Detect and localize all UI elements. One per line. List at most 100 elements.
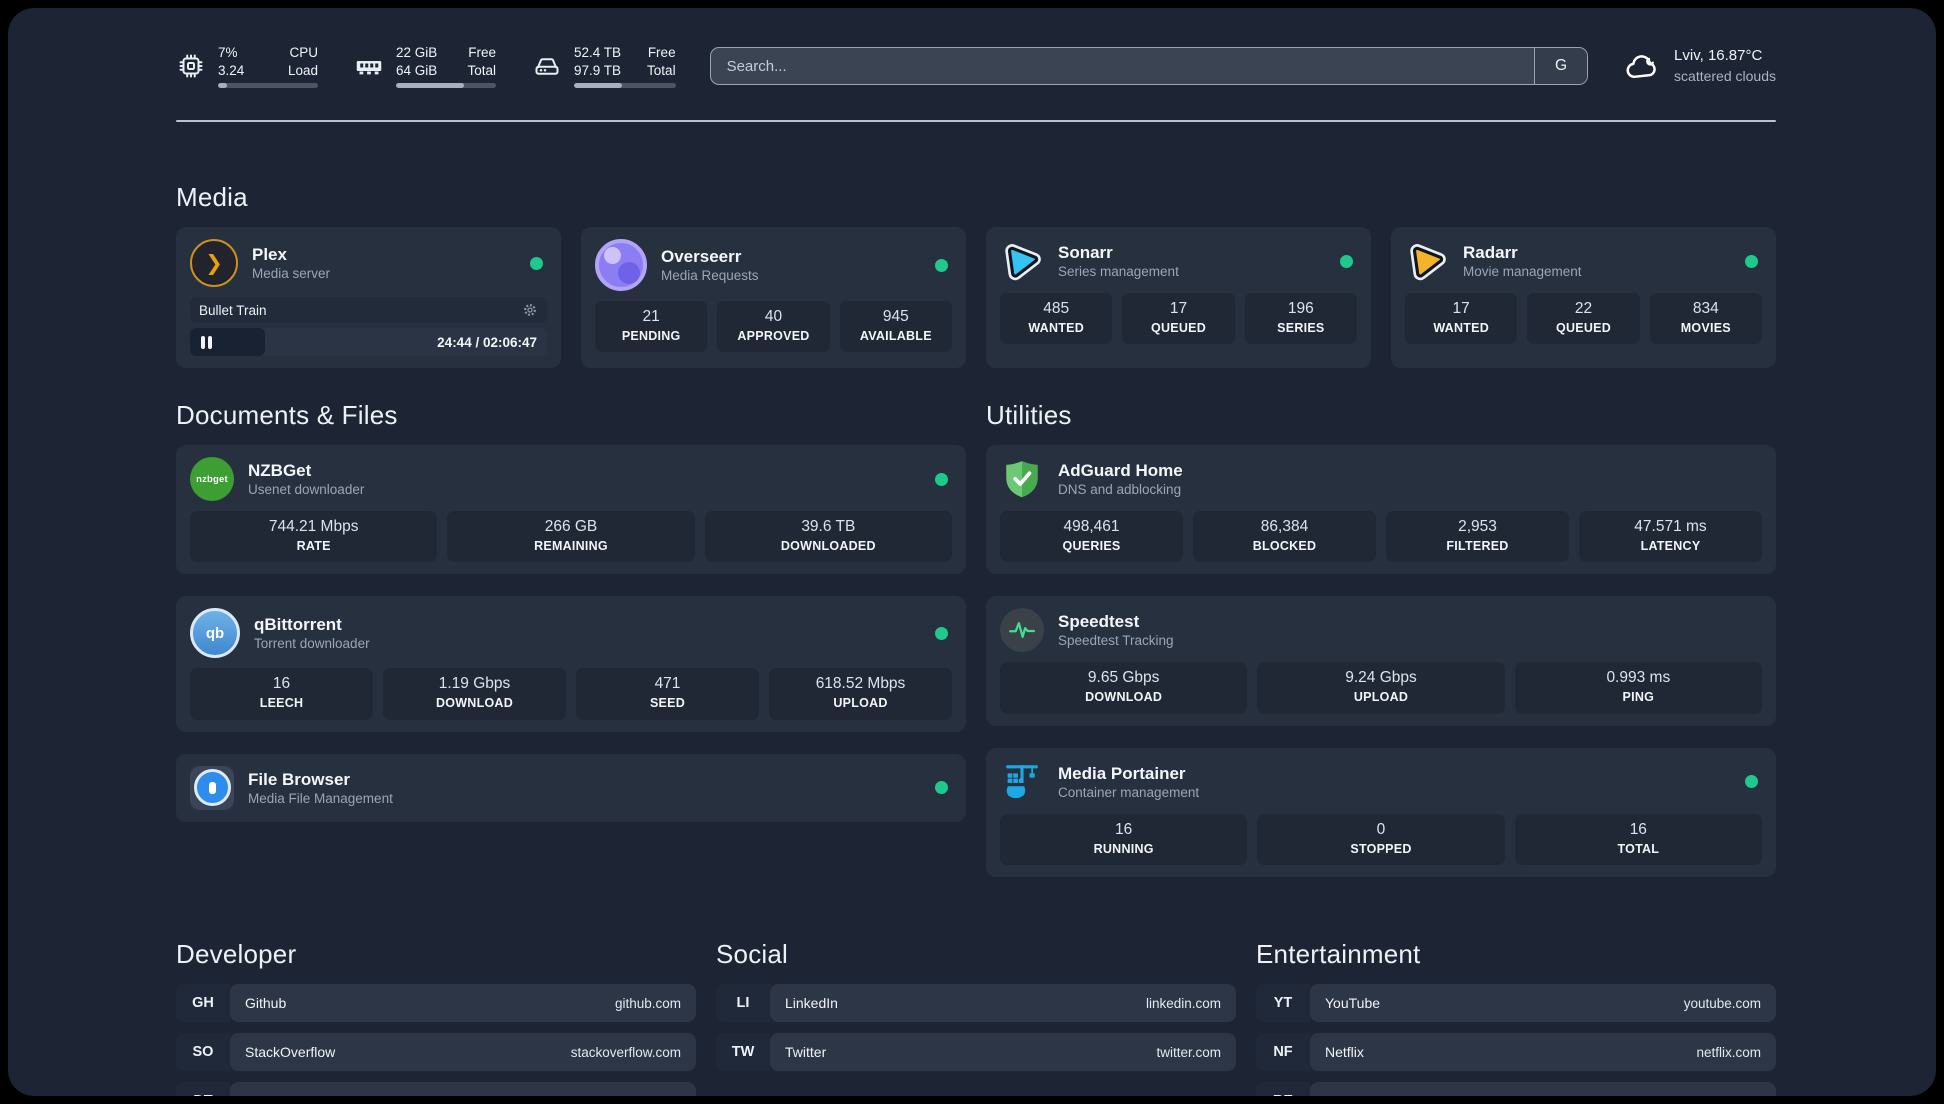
search-engine-button[interactable]: G bbox=[1534, 48, 1588, 84]
status-online-dot bbox=[1745, 254, 1758, 268]
stat-progress-fill bbox=[574, 83, 622, 89]
stat-value: 0 bbox=[1376, 820, 1386, 838]
stat-tile-queries: 498,461 QUERIES bbox=[1000, 511, 1183, 563]
stat-value: 196 bbox=[1287, 300, 1314, 317]
bookmark-stackoverflow[interactable]: SO StackOverflow stackoverflow.com bbox=[176, 1033, 696, 1072]
stat-value: 16 bbox=[1629, 820, 1647, 838]
nzbget-icon: nzbget bbox=[190, 457, 234, 501]
app-subtitle: Torrent downloader bbox=[254, 636, 370, 652]
bookmark-url: reddit.com bbox=[1698, 1094, 1761, 1096]
bookmark-abbr-badge: SO bbox=[176, 1033, 230, 1072]
stat-value: 40 bbox=[764, 308, 783, 325]
stat-rows: 22 GiB 64 GiB Free Total bbox=[396, 44, 496, 79]
bookmark-reddit[interactable]: RE Reddit reddit.com bbox=[1256, 1082, 1776, 1096]
stat-label: UPLOAD bbox=[1353, 690, 1409, 705]
stat-tile-approved: 40 APPROVED bbox=[717, 301, 830, 353]
stat-value: 0.993 ms bbox=[1606, 669, 1671, 687]
stat-value: 9.65 Gbps bbox=[1087, 669, 1160, 687]
app-meta: NZBGet Usenet downloader bbox=[248, 461, 364, 497]
bookmark-github[interactable]: GH Github github.com bbox=[176, 984, 696, 1023]
bookmark-youtube[interactable]: YT YouTube youtube.com bbox=[1256, 984, 1776, 1023]
player-progress-bar[interactable]: 24:44 / 02:06:47 bbox=[190, 328, 547, 356]
app-stat-row: 744.21 Mbps RATE 266 GB REMAINING 39.6 TB DOW… bbox=[190, 511, 952, 563]
stat-values: 22 GiB 64 GiB bbox=[396, 44, 437, 79]
stat-label-top: Free bbox=[647, 44, 676, 60]
weather-widget: Lviv, 16.87°C scattered clouds bbox=[1622, 46, 1776, 85]
search-input[interactable] bbox=[710, 48, 1535, 84]
app-card-qbittorrent[interactable]: qb qBittorrent Torrent downloader 16 LEECH 1.… bbox=[176, 596, 966, 732]
top-bar: 7% 3.24 CPU Load 22 GiB 64 GiB Free Total 52.4 T… bbox=[8, 8, 1936, 94]
stat-value-bottom: 3.24 bbox=[218, 62, 245, 78]
utilities-section: Utilities AdGuard Home DNS and adblocking… bbox=[986, 400, 1776, 878]
stat-value: 485 bbox=[1043, 300, 1070, 317]
app-card-header: Radarr Movie management bbox=[1405, 239, 1762, 283]
app-card-adguard-home[interactable]: AdGuard Home DNS and adblocking 498,461 QUE… bbox=[986, 445, 1776, 575]
bookmark-name: Reddit bbox=[1325, 1093, 1365, 1096]
stat-progress-bar bbox=[218, 83, 318, 89]
bookmark-main: StackOverflow stackoverflow.com bbox=[230, 1033, 696, 1072]
app-card-plex[interactable]: ❯ Plex Media server Bullet Train 24:44 / 02:… bbox=[176, 227, 561, 368]
app-name: File Browser bbox=[248, 769, 351, 789]
stat-body: 7% 3.24 CPU Load bbox=[218, 44, 318, 89]
stat-value: 266 GB bbox=[544, 518, 598, 535]
bookmark-dev[interactable]: DT DEV dev.to bbox=[176, 1082, 696, 1096]
qbittorrent-logo-text: qb bbox=[205, 624, 225, 642]
stat-value: 9.24 Gbps bbox=[1345, 669, 1417, 687]
stat-value: 17 bbox=[1169, 300, 1188, 317]
app-card-speedtest[interactable]: Speedtest Speedtest Tracking 9.65 Gbps DOWN… bbox=[986, 596, 1776, 726]
weather-text: Lviv, 16.87°C scattered clouds bbox=[1674, 46, 1776, 85]
stat-label: RATE bbox=[296, 538, 331, 553]
stat-label: DOWNLOAD bbox=[1085, 690, 1163, 705]
stat-label: SEED bbox=[649, 696, 686, 711]
app-card-media-portainer[interactable]: Media Portainer Container management 16 RUN… bbox=[986, 747, 1776, 878]
app-card-header: qb qBittorrent Torrent downloader bbox=[190, 608, 952, 659]
stat-tile-wanted: 17 WANTED bbox=[1405, 293, 1518, 345]
bookmark-name: DEV bbox=[245, 1093, 274, 1096]
stat-tile-seed: 471 SEED bbox=[576, 668, 759, 720]
bookmark-netflix[interactable]: NF Netflix netflix.com bbox=[1256, 1033, 1776, 1072]
app-card-header: Media Portainer Container management bbox=[1000, 760, 1762, 804]
stat-label: SERIES bbox=[1277, 320, 1325, 335]
app-meta: AdGuard Home DNS and adblocking bbox=[1058, 461, 1183, 497]
stat-tile-total: 16 TOTAL bbox=[1514, 813, 1762, 866]
stat-value: 47.571 ms bbox=[1634, 518, 1707, 535]
bookmark-name: StackOverflow bbox=[245, 1044, 336, 1061]
app-stat-row: 498,461 QUERIES 86,384 BLOCKED 2,953 FILTERED… bbox=[1000, 511, 1762, 563]
stat-value: 2,953 bbox=[1458, 518, 1497, 535]
pause-icon[interactable] bbox=[201, 335, 212, 349]
app-name: Media Portainer bbox=[1058, 763, 1186, 783]
app-card-nzbget[interactable]: nzbget NZBGet Usenet downloader 744.21 Mbps… bbox=[176, 445, 966, 575]
app-card-sonarr[interactable]: Sonarr Series management 485 WANTED 17 QUEUED… bbox=[986, 227, 1371, 368]
bookmark-url: stackoverflow.com bbox=[570, 1044, 681, 1060]
bookmark-twitter[interactable]: TW Twitter twitter.com bbox=[716, 1033, 1236, 1072]
stat-value: 16 bbox=[272, 675, 291, 693]
stat-value: 21 bbox=[642, 308, 660, 325]
bookmark-abbr-badge: RE bbox=[1256, 1082, 1310, 1096]
app-card-radarr[interactable]: Radarr Movie management 17 WANTED 22 QUEUED 83… bbox=[1391, 227, 1776, 368]
stat-progress-bar bbox=[396, 83, 496, 89]
app-meta: Media Portainer Container management bbox=[1058, 764, 1199, 800]
app-card-overseerr[interactable]: Overseerr Media Requests 21 PENDING 40 APPROV… bbox=[581, 227, 966, 368]
stat-value: 618.52 Mbps bbox=[815, 675, 906, 693]
stat-label-bottom: Total bbox=[467, 62, 496, 78]
app-meta: File Browser Media File Management bbox=[248, 770, 393, 806]
bookmark-url: linkedin.com bbox=[1145, 995, 1221, 1011]
app-subtitle: Container management bbox=[1058, 784, 1200, 800]
utilities-apps-list: AdGuard Home DNS and adblocking 498,461 QUE… bbox=[986, 445, 1776, 878]
bookmark-abbr-badge: LI bbox=[716, 984, 770, 1023]
stat-labels: CPU Load bbox=[288, 44, 318, 79]
dashboard-content: Media ❯ Plex Media server Bullet Train 24:44… bbox=[8, 182, 1936, 1096]
stat-label: PING bbox=[1622, 690, 1655, 705]
bookmark-name: LinkedIn bbox=[785, 995, 838, 1012]
gear-icon[interactable] bbox=[522, 302, 538, 318]
app-subtitle: Movie management bbox=[1463, 264, 1582, 279]
status-online-dot bbox=[935, 626, 948, 640]
app-meta: Overseerr Media Requests bbox=[661, 247, 759, 283]
bookmark-url: netflix.com bbox=[1696, 1044, 1761, 1060]
nzbget-logo-text: nzbget bbox=[196, 473, 228, 485]
bookmark-linkedin[interactable]: LI LinkedIn linkedin.com bbox=[716, 984, 1236, 1023]
bookmark-main: Netflix netflix.com bbox=[1310, 1033, 1776, 1072]
stat-label: DOWNLOAD bbox=[436, 696, 513, 711]
app-card-file-browser[interactable]: File Browser Media File Management bbox=[176, 753, 966, 822]
app-name: Radarr bbox=[1463, 243, 1518, 262]
